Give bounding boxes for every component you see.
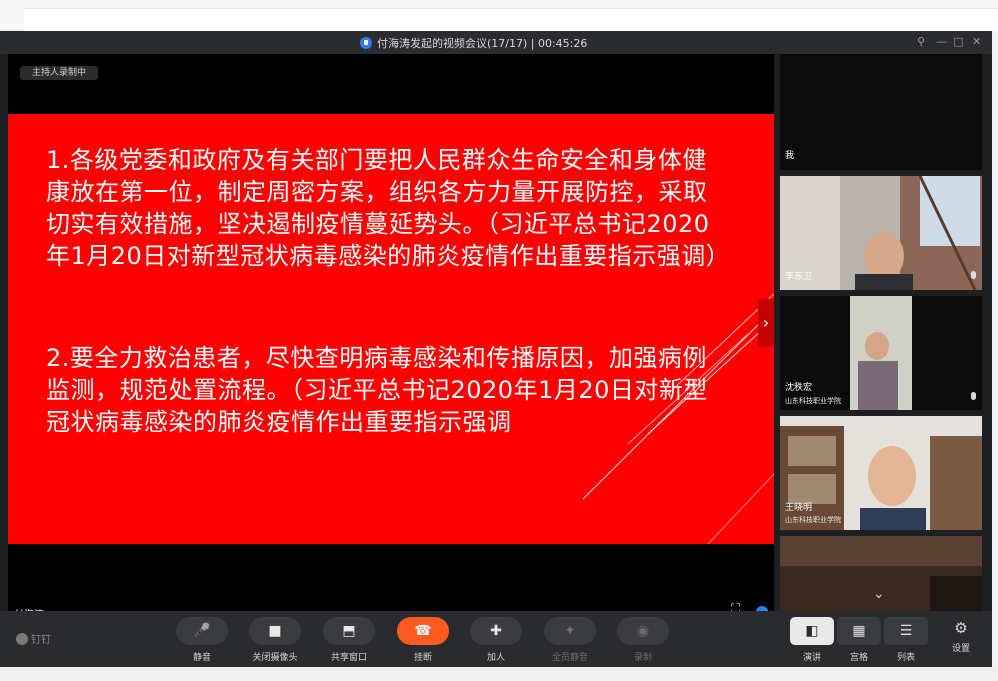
grid-view-button[interactable]: ▦ 宫格 bbox=[836, 617, 882, 663]
gear-icon: ⚙ bbox=[954, 619, 968, 637]
mute-button[interactable]: 🎤 静音 bbox=[175, 617, 229, 663]
speaker-view-icon: ◧ bbox=[790, 617, 834, 645]
participant-tile[interactable]: ⌄ bbox=[780, 536, 982, 611]
shared-screen: 主持人录制中 1.各级党委和政府及有关部门要把人民群众生命安全和身体健康放在第一… bbox=[8, 54, 774, 621]
participant-tile[interactable]: 李东卫 bbox=[780, 176, 982, 290]
participant-name: 李东卫 bbox=[785, 272, 813, 282]
record-label: 录制 bbox=[633, 653, 652, 663]
list-view-button[interactable]: ☰ 列表 bbox=[883, 617, 929, 663]
participant-org: 山东科技职业学院 bbox=[785, 397, 841, 405]
mute-label: 静音 bbox=[192, 653, 211, 663]
slide-paragraph-2: 2.要全力救治患者，尽快查明病毒感染和传播原因，加强病例监测，规范处置流程。（习… bbox=[46, 344, 708, 436]
participant-tile[interactable]: 沈秩宏 山东科技职业学院 bbox=[780, 296, 982, 410]
hangup-label: 挂断 bbox=[413, 653, 432, 663]
speaker-view-button[interactable]: ◧ 演讲 bbox=[789, 617, 835, 663]
meeting-title-text: 付海涛发起的视频会议(17/17) | 00:45:26 bbox=[377, 37, 588, 50]
titlebar: 付海涛发起的视频会议(17/17) | 00:45:26 ⚲ — □ ✕ bbox=[0, 31, 992, 54]
record-button[interactable]: ◉ 录制 bbox=[616, 617, 670, 663]
mic-icon: 🎤 bbox=[176, 617, 228, 645]
add-person-icon: ✚ bbox=[470, 617, 522, 645]
grid-view-label: 宫格 bbox=[849, 653, 868, 663]
brand-label: 钉钉 bbox=[31, 635, 51, 646]
add-person-button[interactable]: ✚ 加人 bbox=[469, 617, 523, 663]
browser-strip bbox=[0, 0, 998, 31]
chevron-down-icon[interactable]: ⌄ bbox=[873, 586, 885, 602]
mute-all-label: 全员静音 bbox=[551, 653, 588, 663]
slide-paragraph-1: 1.各级党委和政府及有关部门要把人民群众生命安全和身体健康放在第一位，制定周密方… bbox=[46, 146, 731, 270]
bottom-strip bbox=[0, 667, 998, 681]
meeting-title: 付海涛发起的视频会议(17/17) | 00:45:26 bbox=[360, 35, 587, 51]
share-window-button[interactable]: ⬒ 共享窗口 bbox=[322, 617, 376, 663]
record-icon: ◉ bbox=[617, 617, 669, 645]
mic-icon bbox=[971, 392, 976, 400]
camera-off-label: 关闭摄像头 bbox=[252, 653, 298, 663]
participant-org: 山东科技职业学院 bbox=[785, 516, 841, 524]
camera-icon: ■ bbox=[249, 617, 301, 645]
participant-sidebar: 我 李东卫 沈秩宏 山东科技职业学院 王晓明 山东科技职业学院 ⌄ bbox=[780, 54, 982, 611]
share-window-label: 共享窗口 bbox=[330, 653, 367, 663]
participant-name: 沈秩宏 bbox=[785, 383, 813, 393]
hangup-button[interactable]: ☎ 挂断 bbox=[396, 617, 450, 663]
slide: 1.各级党委和政府及有关部门要把人民群众生命安全和身体健康放在第一位，制定周密方… bbox=[8, 114, 774, 544]
mute-all-button[interactable]: ✦ 全员静音 bbox=[543, 617, 597, 663]
lock-icon bbox=[360, 37, 372, 49]
list-view-icon: ☰ bbox=[884, 617, 928, 645]
mute-all-icon: ✦ bbox=[544, 617, 596, 645]
maximize-icon[interactable]: □ bbox=[953, 35, 963, 48]
settings-button[interactable]: ⚙ 设置 bbox=[946, 619, 976, 654]
close-icon[interactable]: ✕ bbox=[972, 35, 981, 48]
mic-icon bbox=[971, 271, 976, 279]
add-person-label: 加人 bbox=[486, 653, 505, 663]
list-view-label: 列表 bbox=[896, 653, 915, 663]
hangup-icon: ☎ bbox=[397, 617, 449, 645]
recording-badge: 主持人录制中 bbox=[20, 66, 99, 80]
settings-label: 设置 bbox=[951, 644, 970, 654]
share-icon: ⬒ bbox=[323, 617, 375, 645]
pin-icon[interactable]: ⚲ bbox=[917, 35, 925, 48]
camera-off-button[interactable]: ■ 关闭摄像头 bbox=[248, 617, 302, 663]
next-arrow-icon[interactable]: › bbox=[758, 299, 774, 347]
meeting-window: 付海涛发起的视频会议(17/17) | 00:45:26 ⚲ — □ ✕ 主持人… bbox=[0, 31, 992, 667]
participant-tile[interactable]: 我 bbox=[780, 54, 982, 170]
participant-name: 王晓明 bbox=[785, 503, 813, 513]
dingtalk-brand: 钉钉 bbox=[16, 631, 51, 646]
participant-tile[interactable]: 王晓明 山东科技职业学院 bbox=[780, 416, 982, 530]
speaker-view-label: 演讲 bbox=[802, 653, 821, 663]
dingtalk-logo-icon bbox=[16, 632, 28, 645]
minimize-icon[interactable]: — bbox=[936, 35, 947, 48]
control-bar: 钉钉 🎤 静音 ■ 关闭摄像头 ⬒ 共享窗口 ☎ 挂断 ✚ 加人 ✦ 全员静音 … bbox=[0, 611, 992, 667]
grid-view-icon: ▦ bbox=[837, 617, 881, 645]
participant-name: 我 bbox=[785, 151, 795, 161]
